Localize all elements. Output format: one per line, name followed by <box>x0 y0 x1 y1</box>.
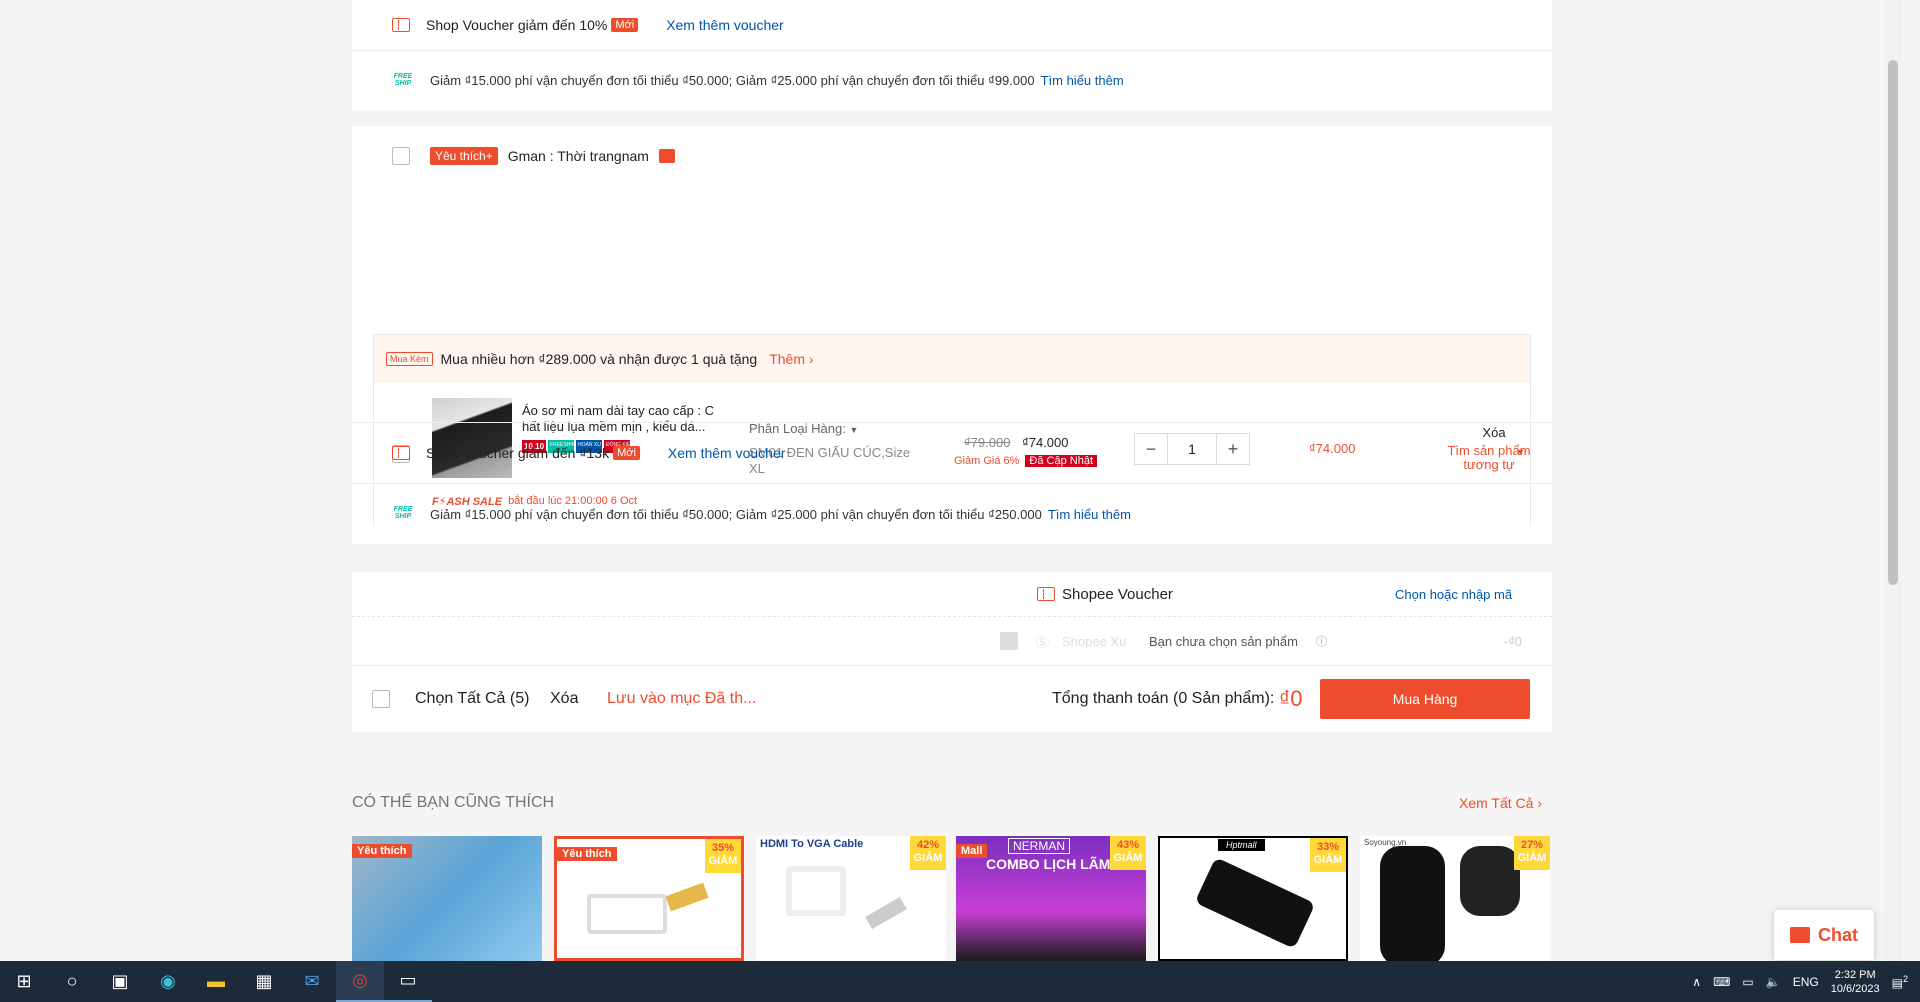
see-all-link[interactable]: Xem Tất Cả › <box>1459 795 1542 811</box>
voucher-icon <box>1037 587 1055 601</box>
tile-caption: HDMI To VGA Cable <box>760 838 864 850</box>
discount-badge: 43% GIẢM <box>1110 836 1146 870</box>
checkout-summary: Shopee Voucher Chọn hoặc nhập mã Ⓢ Shope… <box>352 572 1552 732</box>
xu-note: Bạn chưa chọn sản phẩm <box>1149 633 1298 649</box>
chat-button[interactable]: Chat <box>1774 910 1874 960</box>
addon-label: Mua Kèm <box>386 352 433 366</box>
search-icon[interactable]: ○ <box>48 961 96 1002</box>
store-icon[interactable]: ▦ <box>240 961 288 1002</box>
save-for-later-button[interactable]: Lưu vào mục Đã th... <box>607 690 756 708</box>
windows-start-icon[interactable]: ⊞ <box>0 961 48 1002</box>
addon-header: Mua Kèm Mua nhiều hơn ₫289.000 và nhận đ… <box>374 335 1530 383</box>
favorite-tag: Yêu thích <box>352 844 412 858</box>
addon-text: Mua nhiều hơn ₫289.000 và nhận được 1 qu… <box>440 351 758 367</box>
shop-checkbox[interactable] <box>392 147 410 165</box>
voucher-icon <box>392 446 410 460</box>
notification-icon[interactable]: ▤2 <box>1892 974 1908 990</box>
product-tile[interactable]: HDMI To VGA Cable 42% GIẢM <box>756 836 946 961</box>
buy-button[interactable]: Mua Hàng <box>1320 679 1530 719</box>
file-explorer-icon[interactable]: ▬ <box>192 961 240 1002</box>
select-voucher-link[interactable]: Chọn hoặc nhập mã <box>1395 587 1512 602</box>
app-window-icon[interactable]: ▭ <box>384 961 432 1002</box>
product-tile[interactable]: Hptmall 33% GIẢM <box>1158 836 1348 961</box>
shopee-voucher-label: Shopee Voucher <box>1062 585 1173 603</box>
xu-coin-icon: Ⓢ <box>1036 634 1050 650</box>
chevron-up-icon[interactable]: ∧ <box>1692 975 1701 989</box>
product-tile[interactable]: NERMAN COMBO LỊCH LÃM Mall 43% GIẢM <box>956 836 1146 961</box>
select-all-label[interactable]: Chọn Tất Cả (5) <box>415 690 529 708</box>
addon-more-link[interactable]: Thêm › <box>769 351 813 367</box>
mail-icon[interactable]: ✉ <box>288 961 336 1002</box>
network-icon[interactable]: ▭ <box>1742 975 1753 989</box>
volume-icon[interactable]: 🔈 <box>1766 975 1781 989</box>
shop-name[interactable]: Gman : Thời trangnam <box>508 148 649 164</box>
shop-voucher-text: Shop Voucher giảm đến 10% <box>426 17 608 33</box>
see-more-voucher-link[interactable]: Xem thêm voucher <box>668 445 786 461</box>
product-tile[interactable]: Yêu thích <box>352 836 542 961</box>
tile-caption: Hptmall <box>1218 839 1265 851</box>
product-tile[interactable]: Soyoung.vn 27% GIẢM <box>1360 836 1550 961</box>
total-value: ₫0 <box>1279 686 1303 711</box>
windows-taskbar: ⊞ ○ ▣ ◉ ▬ ▦ ✉ ◎ ▭ ∧ ⌨ ▭ 🔈 ENG 2:32 PM 10… <box>0 961 1920 1002</box>
shop1-card: Shop Voucher giảm đến 10% Mới Xem thêm v… <box>352 0 1552 110</box>
chat-label: Chat <box>1818 924 1858 945</box>
learn-more-link[interactable]: Tìm hiểu thêm <box>1041 73 1124 88</box>
favorite-tag: Yêu thích <box>557 847 617 861</box>
total-label: Tổng thanh toán (0 Sản phẩm): <box>1052 690 1275 707</box>
shop-voucher-text: Shop Voucher giảm đến ₫13k <box>426 445 610 461</box>
brand-label: NERMAN <box>1008 838 1071 854</box>
discount-badge: 42% GIẢM <box>910 836 946 870</box>
xu-checkbox[interactable] <box>1000 632 1018 650</box>
tile-caption: COMBO LỊCH LÃM <box>986 856 1111 872</box>
chat-icon[interactable] <box>658 149 675 163</box>
help-icon[interactable]: ⓘ <box>1316 633 1327 649</box>
see-more-voucher-link[interactable]: Xem thêm voucher <box>666 17 784 33</box>
task-view-icon[interactable]: ▣ <box>96 961 144 1002</box>
product-tile[interactable]: Yêu thích 35% GIẢM <box>554 836 744 961</box>
learn-more-link[interactable]: Tìm hiểu thêm <box>1048 507 1131 522</box>
discount-badge: 33% GIẢM <box>1310 838 1346 872</box>
delete-button[interactable]: Xóa <box>550 690 578 708</box>
new-badge: Mới <box>613 446 640 460</box>
scrollbar[interactable] <box>1884 0 1902 961</box>
tile-caption: Soyoung.vn <box>1364 838 1407 847</box>
cart-container: Shop Voucher giảm đến 10% Mới Xem thêm v… <box>352 0 1552 961</box>
page: Shop Voucher giảm đến 10% Mới Xem thêm v… <box>0 0 1902 961</box>
xu-value: -₫0 <box>1503 633 1522 649</box>
system-tray: ∧ ⌨ ▭ 🔈 ENG 2:32 PM 10/6/2023 ▤2 <box>1692 968 1920 996</box>
chrome-icon[interactable]: ◎ <box>336 961 384 1002</box>
freeship-icon: FREE SHIP <box>393 72 413 87</box>
clock[interactable]: 2:32 PM 10/6/2023 <box>1831 968 1880 996</box>
freeship-text: Giảm ₫15.000 phí vận chuyển đơn tối thiể… <box>430 73 1035 88</box>
language-indicator[interactable]: ENG <box>1793 975 1819 989</box>
voucher-icon <box>392 18 410 32</box>
select-all-checkbox[interactable] <box>372 690 390 708</box>
keyboard-icon[interactable]: ⌨ <box>1713 975 1730 989</box>
freeship-text: Giảm ₫15.000 phí vận chuyển đơn tối thiể… <box>430 506 1042 522</box>
edge-icon[interactable]: ◉ <box>144 961 192 1002</box>
new-badge: Mới <box>611 18 639 32</box>
freeship-icon: FREE SHIP <box>393 506 413 520</box>
mall-tag: Mall <box>956 844 988 858</box>
xu-label: Shopee Xu <box>1062 633 1127 649</box>
recommend-title: CÓ THỂ BẠN CŨNG THÍCH <box>352 794 555 811</box>
shop2-card: Yêu thích+ Gman : Thời trangnam Mua Kèm … <box>352 126 1552 544</box>
discount-badge: 27% GIẢM <box>1514 836 1550 870</box>
discount-badge: 35% GIẢM <box>705 839 741 873</box>
scroll-thumb[interactable] <box>1888 60 1898 585</box>
chat-icon <box>1790 927 1810 943</box>
favorite-plus-tag: Yêu thích+ <box>430 147 498 165</box>
